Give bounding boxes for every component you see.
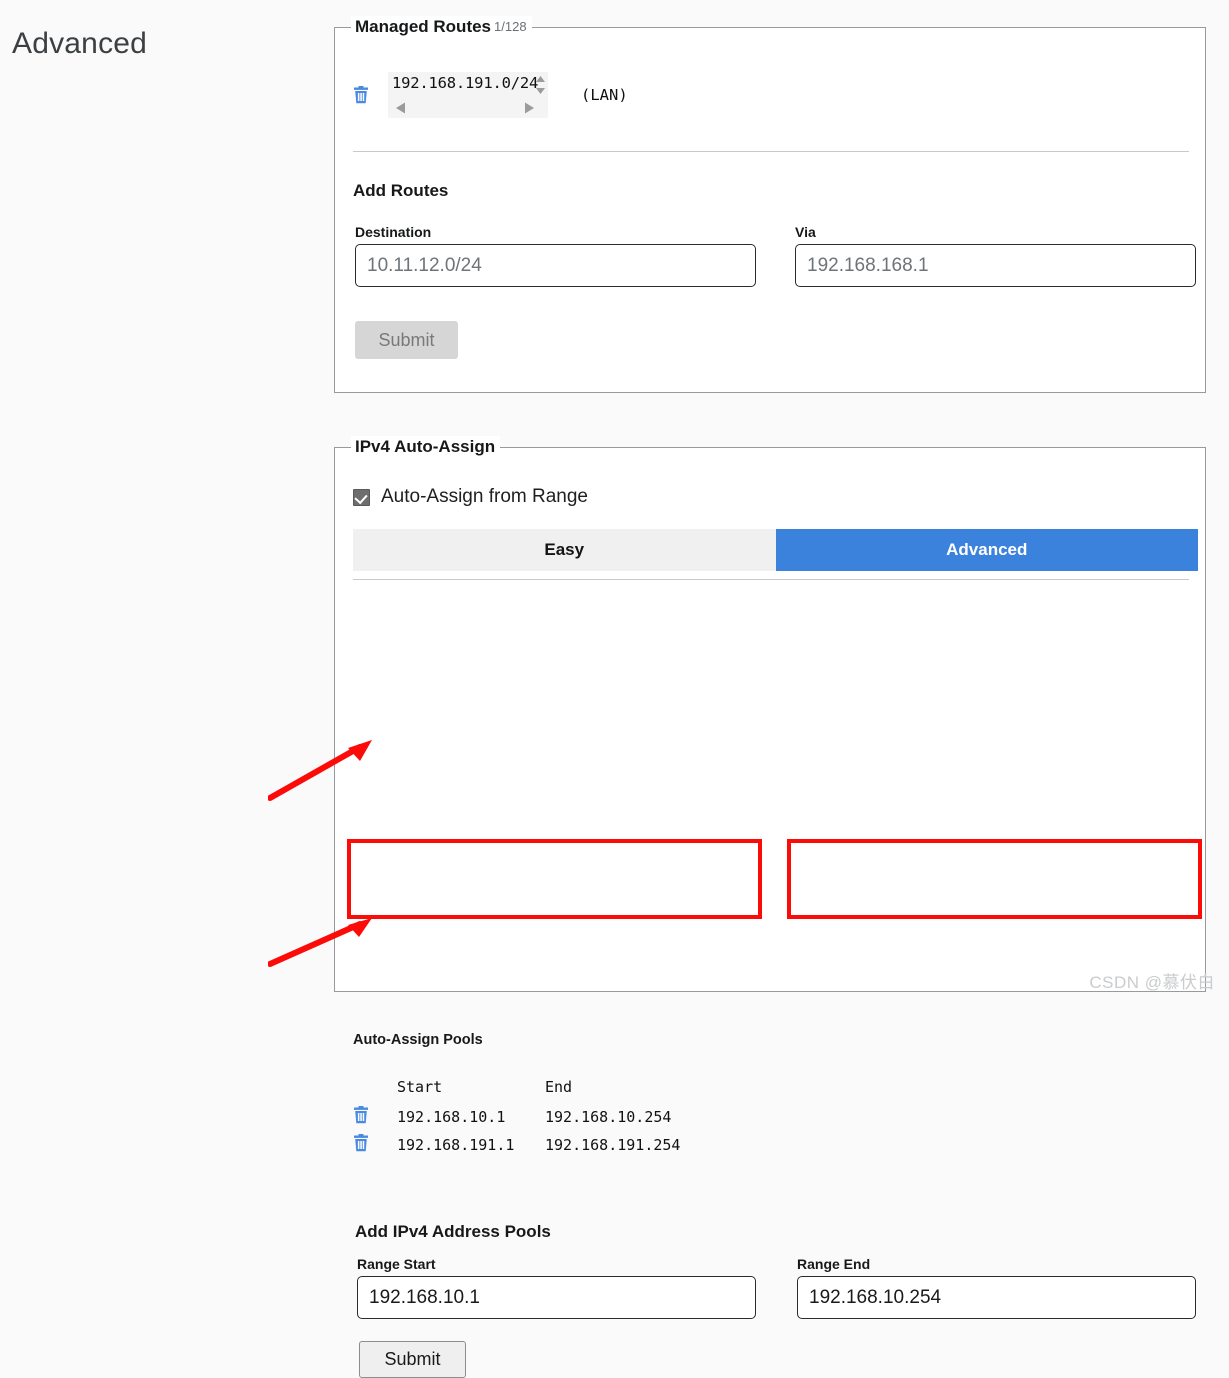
ipv4-auto-assign-panel: IPv4 Auto-Assign Auto-Assign from Range … [334,436,1206,1378]
watermark: CSDN @慕伏白 [1089,973,1215,992]
ipv4-auto-assign-legend: IPv4 Auto-Assign [351,436,501,458]
destination-field-group: Destination [355,224,756,287]
managed-routes-count: 1/128 [494,19,527,34]
via-field-group: Via [795,224,1196,287]
table-row: 192.168.10.1 192.168.10.254 [353,1103,680,1131]
column-header-end: End [545,1078,573,1096]
range-end-label: Range End [797,1256,871,1272]
via-input[interactable] [795,244,1196,287]
range-end-field-group: Range End [797,1256,1196,1319]
destination-label: Destination [355,224,432,240]
routes-divider [353,151,1189,152]
auto-assign-checkbox[interactable] [353,488,370,506]
spinner-updown-arrows[interactable] [535,75,546,95]
pool-delete-cell [353,1131,397,1159]
route-horizontal-scrollbar[interactable] [388,101,548,115]
pool-start-value: 192.168.10.1 [397,1108,506,1126]
route-value: 192.168.191.0/24 [392,74,539,92]
auto-assign-checkbox-label: Auto-Assign from Range [381,486,588,507]
pool-end-value: 192.168.191.254 [545,1136,681,1154]
pool-delete-cell [353,1103,397,1131]
add-routes-heading: Add Routes [353,181,449,200]
via-label: Via [795,224,816,240]
range-start-field-group: Range Start [357,1256,756,1319]
left-column: Advanced [0,0,330,999]
pool-start-value: 192.168.191.1 [397,1136,515,1154]
app-root: Advanced Managed Routes 1/128 192.168.19… [0,0,1229,1378]
table-header-row: Start End [353,1078,680,1103]
auto-assign-pools-table: Start End 192.168.10.1 192.168.10.254 19… [353,1078,680,1159]
auto-assign-pools-heading: Auto-Assign Pools [353,1032,483,1048]
managed-route-row: 192.168.191.0/24 (LAN) [353,72,628,118]
scroll-left-arrow[interactable] [395,101,406,120]
scroll-right-arrow[interactable] [524,101,535,120]
mode-tab-group: Easy Advanced [353,529,1198,571]
add-pools-heading: Add IPv4 Address Pools [355,1222,551,1241]
column-header-actions [353,1078,397,1103]
content-area: Managed Routes 1/128 192.168.191.0/24 (L… [330,0,1229,1378]
trash-icon[interactable] [353,1106,369,1124]
managed-routes-legend-text: Managed Routes [355,17,492,36]
range-end-input[interactable] [797,1276,1196,1319]
page-title: Advanced [12,27,148,60]
tab-easy[interactable]: Easy [353,529,776,571]
range-start-input[interactable] [357,1276,756,1319]
add-route-submit-button[interactable]: Submit [355,321,458,359]
range-start-label: Range Start [357,1256,436,1272]
trash-icon[interactable] [353,86,369,104]
route-network-label: (LAN) [581,86,628,104]
add-pool-submit-button[interactable]: Submit [359,1341,466,1378]
auto-assign-checkbox-row[interactable]: Auto-Assign from Range [353,486,588,508]
managed-routes-legend: Managed Routes 1/128 [351,16,532,38]
managed-routes-panel: Managed Routes 1/128 192.168.191.0/24 (L… [334,16,1206,393]
route-value-spinner[interactable]: 192.168.191.0/24 [388,72,548,118]
tabs-divider [353,579,1189,580]
pool-end-value: 192.168.10.254 [545,1108,672,1126]
tab-advanced[interactable]: Advanced [775,529,1198,571]
table-row: 192.168.191.1 192.168.191.254 [353,1131,680,1159]
trash-icon[interactable] [353,1134,369,1152]
destination-input[interactable] [355,244,756,287]
column-header-start: Start [397,1078,443,1096]
